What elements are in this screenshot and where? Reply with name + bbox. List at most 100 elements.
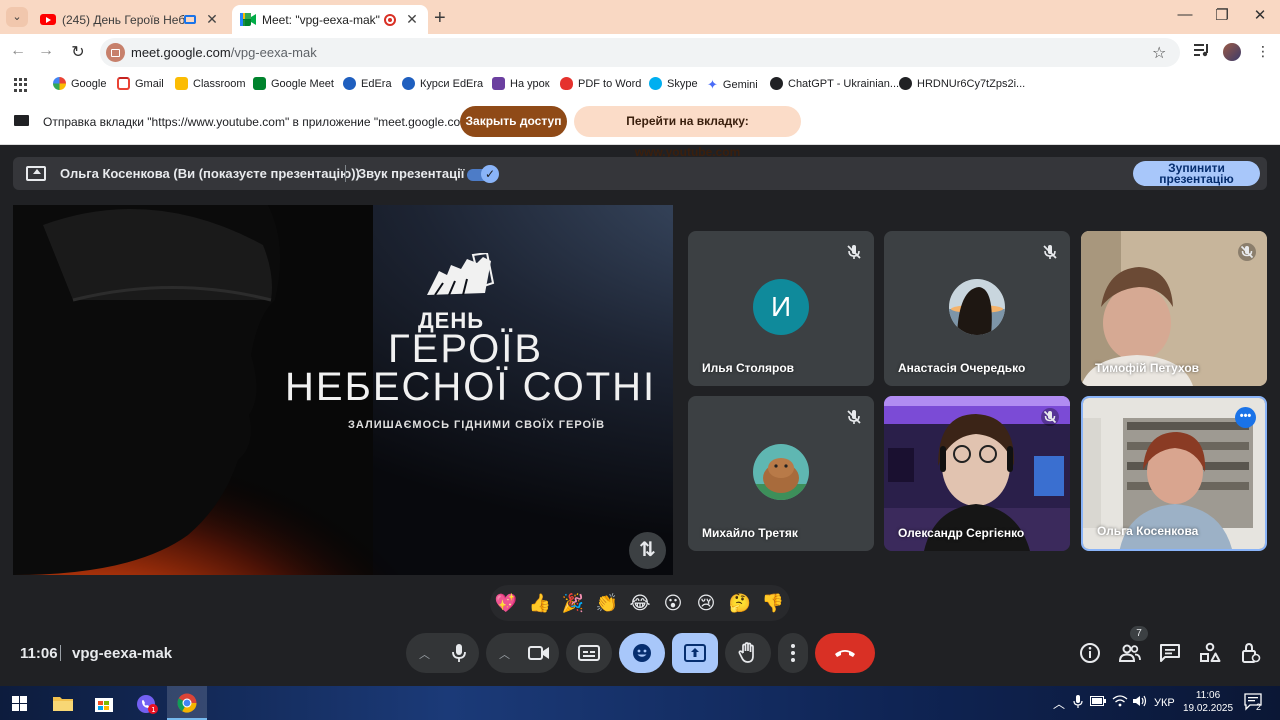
reaction-party-popper[interactable]: 🎉 — [561, 592, 585, 614]
volume-icon[interactable] — [1132, 695, 1148, 710]
site-info-icon[interactable] — [106, 43, 125, 62]
tab-search-button[interactable]: ⌄ — [6, 7, 28, 27]
bookmark-hrdn[interactable]: HRDNUr6Cy7tZps2i... — [899, 77, 1025, 90]
bookmark-google[interactable]: Google — [53, 77, 106, 90]
taskbar-chrome[interactable] — [167, 686, 207, 720]
maximize-icon[interactable]: ❐ — [1212, 6, 1232, 24]
close-window-icon[interactable]: ✕ — [1250, 6, 1270, 24]
back-icon[interactable]: ← — [8, 42, 28, 60]
reaction-laughing[interactable]: 😂 — [628, 592, 652, 614]
reactions-button[interactable] — [619, 633, 665, 673]
captions-button[interactable] — [566, 633, 612, 673]
taskbar-viber[interactable]: 1 — [126, 686, 166, 720]
present-now-button[interactable] — [672, 633, 718, 673]
meeting-time: 11:06 — [20, 645, 58, 662]
mic-off-icon — [1041, 408, 1059, 426]
participant-tile[interactable]: И Илья Столяров — [688, 231, 874, 386]
address-bar[interactable]: meet.google.com/vpg-eexa-mak ☆ — [100, 38, 1180, 67]
participant-avatar — [949, 279, 1005, 335]
meeting-details-icon[interactable] — [1079, 642, 1101, 664]
reaction-sparkling-heart[interactable]: 💖 — [494, 592, 518, 614]
forward-icon[interactable]: → — [36, 42, 56, 60]
participant-name: Анастасія Очередько — [898, 361, 1026, 375]
more-options-button[interactable] — [778, 633, 808, 673]
tab-meet[interactable]: Meet: "vpg-eexa-mak" ✕ — [232, 5, 428, 34]
chat-icon[interactable] — [1159, 642, 1181, 664]
profile-avatar[interactable] — [1223, 43, 1241, 61]
stop-sharing-button[interactable]: Закрыть доступ — [460, 106, 567, 137]
bookmark-star-icon[interactable]: ☆ — [1152, 43, 1166, 63]
new-tab-button[interactable]: + — [434, 7, 446, 30]
swap-layout-button[interactable]: ⇅ — [629, 532, 666, 569]
activities-icon[interactable] — [1199, 642, 1221, 664]
participant-tile[interactable]: Анастасія Очередько — [884, 231, 1070, 386]
captions-icon — [578, 645, 600, 661]
more-options-button[interactable]: ••• — [1235, 407, 1256, 428]
divider — [60, 645, 61, 661]
participant-tile[interactable]: Михайло Третяк — [688, 396, 874, 551]
bookmark-gemini[interactable]: ✦ Gemini — [707, 77, 758, 93]
taskbar-clock[interactable]: 11:06 19.02.2025 — [1178, 689, 1238, 715]
microphone-icon[interactable] — [450, 643, 468, 663]
raise-hand-icon — [738, 642, 754, 663]
taskbar-file-explorer[interactable] — [43, 686, 83, 720]
host-controls-lock-icon[interactable] — [1239, 642, 1261, 664]
reaction-clapping[interactable]: 👏 — [595, 592, 619, 614]
mic-off-icon — [845, 408, 863, 426]
presentation-audio-toggle[interactable]: ✓ — [467, 165, 499, 183]
microphone-tray-icon[interactable] — [1073, 695, 1083, 712]
video-camera-icon[interactable] — [528, 645, 550, 661]
participant-tile[interactable]: Тимофій Петухов — [1081, 231, 1267, 386]
battery-icon[interactable] — [1090, 695, 1106, 709]
taskbar-time: 11:06 — [1195, 690, 1221, 701]
close-tab-icon[interactable]: ✕ — [404, 11, 420, 28]
switch-to-tab-button[interactable]: Перейти на вкладку: www.youtube.com — [574, 106, 801, 159]
reaction-thumbs-up[interactable]: 👍 — [528, 592, 552, 614]
capybara-avatar — [753, 444, 809, 500]
close-tab-icon[interactable]: ✕ — [204, 11, 220, 28]
tab-youtube[interactable]: (245) День Героїв Небесної ✕ — [32, 5, 228, 34]
bookmark-skype[interactable]: Skype — [649, 77, 698, 90]
reaction-thumbs-down[interactable]: 👎 — [761, 592, 785, 614]
reaction-thinking[interactable]: 🤔 — [728, 592, 752, 614]
reactions-bar: 💖 👍 🎉 👏 😂 😮 😢 🤔 👎 — [490, 585, 790, 621]
stop-presenting-button[interactable]: Зупинити презентацію — [1133, 161, 1260, 186]
bookmarks-bar: Google Gmail Classroom Google Meet EdEra… — [0, 71, 1280, 98]
taskbar-store[interactable] — [84, 686, 124, 720]
participant-tile[interactable]: Олександр Сергієнко — [884, 396, 1070, 551]
bookmark-google-meet[interactable]: Google Meet — [253, 77, 334, 90]
check-icon: ✓ — [481, 165, 499, 183]
leave-call-button[interactable] — [815, 633, 875, 673]
apps-grid-icon[interactable] — [14, 78, 28, 92]
input-language[interactable]: УКР — [1154, 697, 1175, 709]
minimize-icon[interactable]: — — [1175, 6, 1195, 23]
shared-presentation: ДЕНЬ ГЕРОЇВ НЕБЕСНОЇ СОТНІ ЗАЛИШАЄМОСЬ Г… — [13, 205, 673, 575]
people-icon[interactable] — [1119, 642, 1141, 664]
mic-off-icon — [845, 243, 863, 261]
bookmark-chatgpt[interactable]: ChatGPT - Ukrainian... — [770, 77, 899, 90]
video-settings-chevron-icon[interactable]: ︿ — [499, 646, 510, 662]
store-icon — [95, 698, 113, 712]
audio-settings-chevron-icon[interactable]: ︿ — [419, 646, 430, 662]
show-hidden-icons-chevron[interactable]: ︿ — [1053, 695, 1065, 712]
notifications-button[interactable]: 2 — [1244, 693, 1264, 714]
bookmark-edera[interactable]: EdEra — [343, 77, 392, 90]
reaction-sad[interactable]: 😢 — [694, 592, 718, 614]
reload-icon[interactable]: ↻ — [68, 42, 88, 62]
raise-hand-button[interactable] — [725, 633, 771, 673]
slide-subtitle: ЗАЛИШАЄМОСЬ ГІДНИМИ СВОЇХ ГЕРОЇВ — [348, 419, 606, 431]
bookmark-gmail[interactable]: Gmail — [117, 77, 164, 90]
participant-tile-self[interactable]: ••• Ольга Косенкова — [1081, 396, 1267, 551]
media-controls-icon[interactable] — [1194, 43, 1210, 60]
presenter-label: Ольга Косенкова (Ви (показуєте презентац… — [60, 166, 360, 181]
bookmark-pdf-to-word[interactable]: PDF to Word — [560, 77, 641, 90]
wifi-icon[interactable] — [1112, 695, 1128, 710]
camera-control-group: ︿ — [486, 633, 559, 673]
start-button[interactable] — [0, 686, 40, 720]
bookmark-classroom[interactable]: Classroom — [175, 77, 246, 90]
reaction-surprised[interactable]: 😮 — [661, 592, 685, 614]
more-menu-icon[interactable]: ⋮ — [1256, 43, 1270, 60]
bookmark-na-urok[interactable]: На урок — [492, 77, 550, 90]
bookmark-edera-courses[interactable]: Курси EdEra — [402, 77, 483, 90]
tab-title: (245) День Героїв Небесної — [62, 12, 184, 27]
